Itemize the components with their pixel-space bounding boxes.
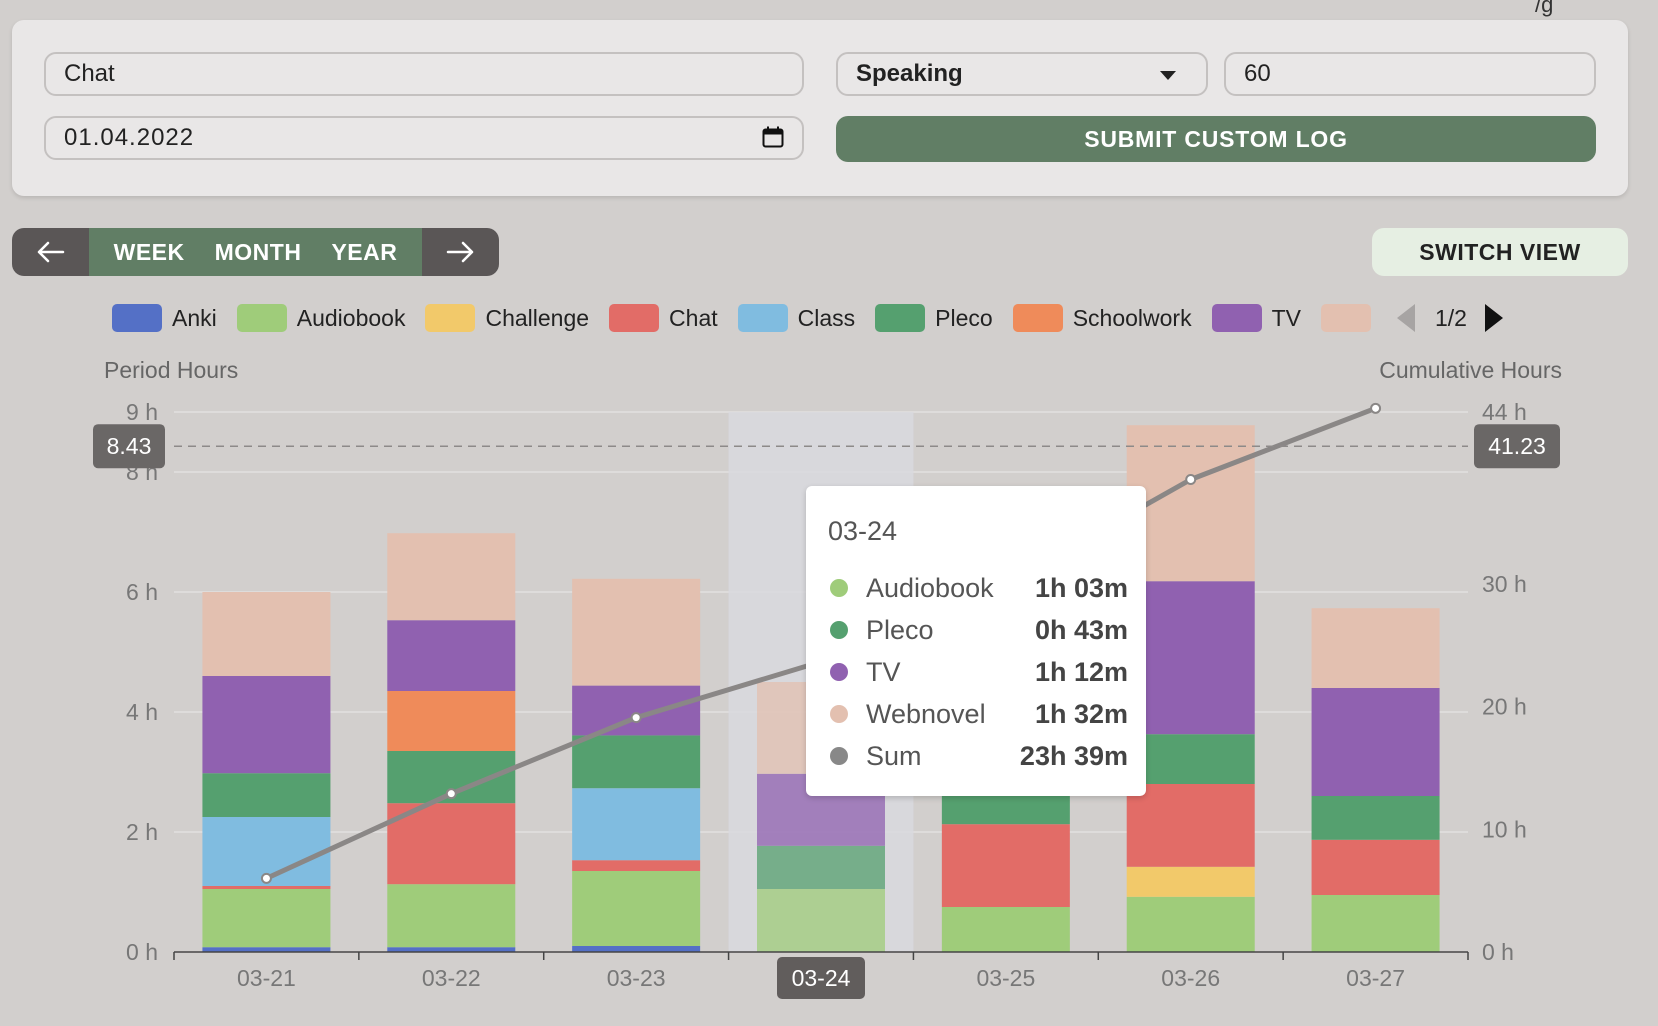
bar-segment-audiobook: [757, 889, 885, 952]
left-axis-title: Period Hours: [104, 357, 238, 383]
tooltip-value: 0h 43m: [1034, 614, 1128, 645]
tooltip-dot: [830, 747, 848, 765]
bar-segment-pleco: [1311, 796, 1440, 840]
bar-segment-audiobook: [202, 889, 331, 948]
tooltip-row-tv: TV 1h 12m: [828, 654, 1128, 690]
tooltip-dot: [830, 579, 848, 597]
bar-segment-audiobook: [941, 907, 1070, 952]
bar-segment-audiobook: [1311, 895, 1440, 952]
tooltip-row-audiobook: Audiobook 1h 03m: [828, 570, 1128, 606]
tooltip-value: 1h 32m: [1034, 698, 1128, 729]
tooltip-date: 03-24: [828, 516, 898, 546]
x-tick-label: 03-24: [792, 965, 851, 991]
right-tick-label: 30 h: [1482, 571, 1527, 597]
bar-segment-chat: [572, 860, 701, 871]
x-tick-label: 03-26: [1161, 965, 1220, 991]
tooltip-name: Webnovel: [866, 698, 986, 729]
cumulative-point: [445, 788, 457, 800]
right-tick-label: 0 h: [1482, 939, 1514, 965]
tooltip-value: 1h 03m: [1034, 572, 1128, 603]
tooltip-name: Audiobook: [866, 572, 994, 603]
bar-segment-anki: [572, 946, 701, 952]
left-tick-label: 9 h: [126, 399, 158, 425]
bar-segment-webnovel: [202, 592, 331, 676]
right-tick-label: 20 h: [1482, 694, 1527, 720]
bar-segment-tv: [572, 685, 701, 736]
tooltip-dot: [830, 663, 848, 681]
bar-segment-tv: [387, 620, 516, 691]
bar-segment-audiobook: [1126, 896, 1255, 952]
bar-segment-webnovel: [387, 533, 516, 621]
bar-segment-audiobook: [572, 871, 701, 946]
x-tick-label: 03-21: [237, 965, 296, 991]
bar-segment-webnovel: [572, 578, 701, 686]
right-axis-title: Cumulative Hours: [1379, 357, 1562, 383]
x-tick-label: 03-25: [976, 965, 1035, 991]
bar-segment-tv: [1311, 688, 1440, 796]
cumulative-point: [260, 872, 272, 884]
tooltip-value: 23h 39m: [1019, 740, 1128, 771]
tooltip-name: Pleco: [866, 614, 934, 645]
x-tick-label: 03-22: [422, 965, 481, 991]
tooltip-value: 1h 12m: [1034, 656, 1128, 687]
cumulative-point: [1370, 402, 1382, 414]
tooltip-row-pleco: Pleco 0h 43m: [828, 612, 1128, 648]
bar-segment-challenge: [1126, 866, 1255, 897]
tooltip-row-webnovel: Webnovel 1h 32m: [828, 696, 1128, 732]
right-tick-label: 10 h: [1482, 816, 1527, 842]
bar-segment-chat: [1126, 784, 1255, 867]
tooltip-name: TV: [866, 656, 901, 687]
right-tick-label: 44 h: [1482, 399, 1527, 425]
left-tick-label: 4 h: [126, 699, 158, 725]
left-tick-label: 2 h: [126, 819, 158, 845]
tooltip-name: Sum: [866, 740, 922, 771]
bar-segment-chat: [202, 886, 331, 889]
bar-segment-pleco: [757, 845, 885, 889]
x-tick-label: 03-23: [607, 965, 666, 991]
bar-segment-class: [572, 788, 701, 861]
tooltip-dot: [830, 621, 848, 639]
bar-segment-tv: [202, 676, 331, 774]
bar-segment-webnovel: [1311, 608, 1440, 688]
cumulative-point: [630, 712, 642, 724]
tooltip-row-sum: Sum 23h 39m: [828, 738, 1128, 774]
marker-right-value: 41.23: [1488, 433, 1546, 459]
bar-segment-audiobook: [387, 884, 516, 948]
bar-segment-chat: [941, 824, 1070, 907]
marker-left-value: 8.43: [107, 433, 152, 459]
bar-segment-pleco: [202, 773, 331, 817]
tooltip-dot: [830, 705, 848, 723]
left-tick-label: 6 h: [126, 579, 158, 605]
x-tick-label: 03-27: [1346, 965, 1405, 991]
cumulative-point: [1185, 474, 1197, 485]
left-tick-label: 0 h: [126, 939, 158, 965]
bar-segment-pleco: [572, 735, 701, 789]
bar-segment-chat: [1311, 839, 1440, 895]
bar-segment-schoolwork: [387, 691, 516, 751]
chart-tooltip: 03-24 Audiobook 1h 03m Pleco 0h 43m TV 1…: [806, 486, 1146, 796]
